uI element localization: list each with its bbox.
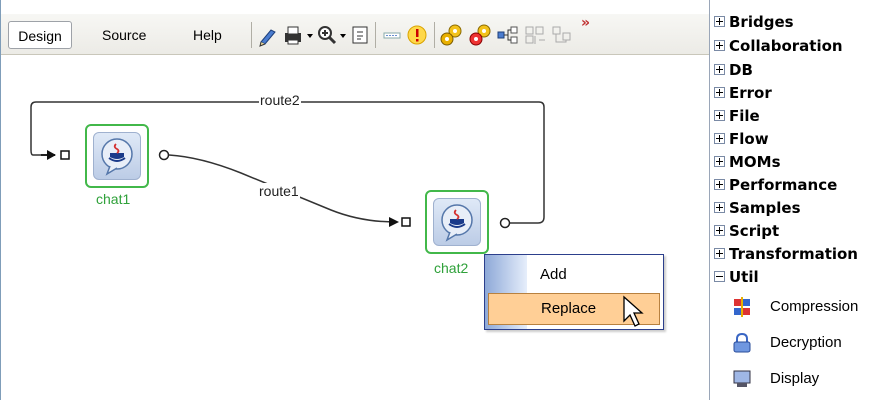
palette-category-db[interactable]: DB [714, 59, 753, 82]
component-label-chat2: chat2 [434, 260, 469, 276]
route-label-route2: route2 [259, 92, 301, 108]
canvas-background: Fiorano [30, 101, 545, 229]
palette-category-script[interactable]: Script [714, 220, 779, 243]
output-port-chat2[interactable] [499, 217, 511, 229]
chevron-down-icon[interactable] [306, 22, 314, 48]
toolbar-separator [434, 22, 435, 48]
category-label: MOMs [729, 153, 781, 171]
palette-category-performance[interactable]: Performance [714, 174, 837, 197]
tab-help[interactable]: Help [185, 21, 230, 49]
category-label: Script [729, 222, 780, 240]
collapse-icon [714, 271, 725, 282]
fit-page-icon[interactable] [349, 22, 371, 48]
align-icon[interactable] [523, 22, 547, 48]
palette-category-flow[interactable]: Flow [714, 128, 769, 151]
palette-category-transformation[interactable]: Transformation [714, 243, 858, 266]
distribute-icon[interactable] [550, 22, 574, 48]
category-label: DB [729, 61, 753, 79]
expand-icon [714, 40, 725, 51]
zoom-in-icon[interactable] [316, 22, 338, 48]
menu-item-replace-label: Replace [541, 300, 597, 317]
warning-icon[interactable] [405, 22, 429, 48]
menu-item-add-label: Add [540, 266, 567, 283]
expand-icon [714, 202, 725, 213]
toolbar-separator [251, 22, 252, 48]
palette-category-error[interactable]: Error [714, 82, 772, 105]
palette-category-util[interactable]: Util [714, 266, 759, 289]
palette-item-label: Decryption [770, 334, 842, 351]
expand-icon [714, 87, 725, 98]
palette-category-moms[interactable]: MOMs [714, 151, 781, 174]
palette-category-collaboration[interactable]: Collaboration [714, 35, 843, 58]
component-chat1[interactable] [85, 124, 149, 188]
category-label: Error [729, 84, 772, 102]
gears-stop-icon[interactable] [468, 22, 494, 48]
category-label: Transformation [729, 245, 858, 263]
expand-icon [714, 16, 725, 27]
palette-category-bridges[interactable]: Bridges [714, 11, 794, 34]
category-label: Collaboration [729, 37, 843, 55]
route-label-route1: route1 [258, 183, 300, 199]
designer-pane: Design Source Help » route2 route1 chat1… [0, 0, 710, 400]
arrow-head [47, 150, 56, 160]
layout-icon[interactable] [496, 22, 520, 48]
expand-icon [714, 64, 725, 75]
category-label: Util [729, 268, 759, 286]
toolbar-overflow-button[interactable]: » [581, 15, 590, 31]
category-label: Performance [729, 176, 838, 194]
expand-icon [714, 110, 725, 121]
component-label-chat1: chat1 [96, 191, 131, 207]
component-chat2[interactable] [425, 190, 489, 254]
expand-icon [714, 179, 725, 190]
input-port-chat1[interactable] [60, 150, 70, 160]
pencil-icon[interactable] [257, 22, 279, 48]
print-icon[interactable] [282, 22, 304, 48]
gears-run-icon[interactable] [439, 22, 465, 48]
mouse-pointer-icon [623, 295, 644, 327]
palette-category-file[interactable]: File [714, 105, 760, 128]
expand-icon [714, 156, 725, 167]
category-label: Samples [729, 199, 801, 217]
toolbar: Design Source Help » [1, 14, 710, 55]
java-chat-icon [101, 138, 133, 176]
palette-category-samples[interactable]: Samples [714, 197, 801, 220]
palette-item-label: Display [770, 370, 820, 387]
tab-design[interactable]: Design [8, 21, 72, 49]
java-chat-icon [441, 204, 473, 242]
flow-canvas[interactable]: Fiorano route2 route1 [1, 55, 710, 400]
output-port-chat1[interactable] [158, 149, 170, 161]
application-window: Design Source Help » route2 route1 chat1… [0, 0, 882, 400]
expand-icon [714, 225, 725, 236]
component-palette: Bridges Collaboration DB Error File Flow… [709, 0, 882, 400]
category-label: Bridges [729, 13, 794, 31]
category-label: Flow [729, 130, 769, 148]
lock-icon [733, 333, 751, 353]
compression-icon [734, 297, 750, 317]
palette-item-label: Compression [770, 298, 859, 315]
expand-icon [714, 248, 725, 259]
tab-source[interactable]: Source [94, 21, 154, 49]
menu-item-add[interactable]: Add [485, 259, 663, 291]
label-icon[interactable] [381, 22, 403, 48]
input-port-chat2[interactable] [401, 217, 411, 227]
chevron-down-icon[interactable] [339, 22, 347, 48]
expand-icon [714, 133, 725, 144]
arrow-head [389, 217, 399, 227]
display-icon [733, 370, 751, 387]
toolbar-separator [375, 22, 376, 48]
category-label: File [729, 107, 760, 125]
